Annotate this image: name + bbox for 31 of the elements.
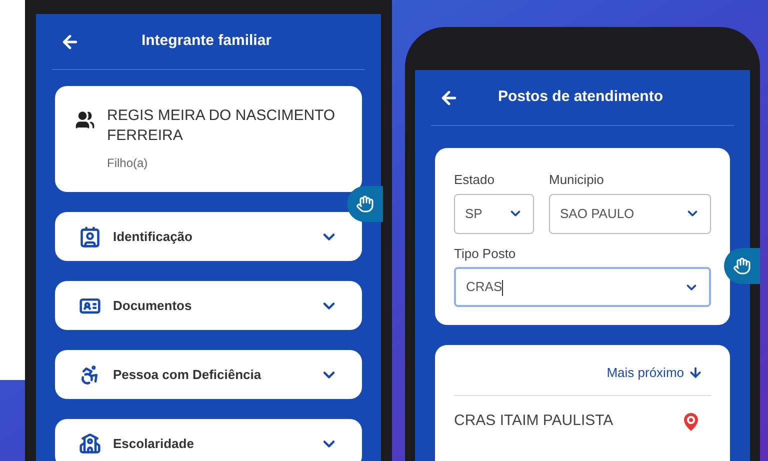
hand-icon — [733, 257, 751, 275]
accordion-section[interactable]: Identificação — [55, 212, 362, 261]
section-label: Pessoa com Deficiência — [113, 366, 262, 384]
screen-title: Postos de atendimento — [498, 87, 664, 108]
select-value: CRAS — [466, 278, 504, 297]
accordion-section[interactable]: Pessoa com Deficiência — [55, 350, 362, 399]
section-label: Escolaridade — [113, 434, 195, 453]
id-badge-icon — [79, 226, 101, 248]
select-field[interactable]: SP — [454, 194, 534, 234]
result-name[interactable]: CRAS ITAIM PAULISTA — [454, 410, 679, 433]
member-relation: Filho(a) — [107, 155, 149, 172]
field-label: Estado — [454, 171, 496, 189]
select-field[interactable]: SAO PAULO — [549, 194, 711, 234]
field-label: Tipo Posto — [454, 244, 517, 263]
member-name: REGIS MEIRA DO NASCIMENTO FERREIRA — [107, 106, 336, 146]
field-label: Municipio — [549, 171, 605, 189]
accordion-section[interactable]: Escolaridade — [55, 419, 362, 461]
section-label: Documentos — [113, 296, 193, 315]
hand-icon — [356, 195, 374, 213]
select-field[interactable]: CRAS — [454, 267, 711, 307]
people-icon — [75, 110, 95, 130]
select-value: SP — [465, 204, 484, 223]
select-value: SAO PAULO — [560, 204, 636, 223]
school-icon — [79, 432, 101, 454]
section-label: Identificação — [113, 228, 194, 246]
sign-language-button[interactable] — [347, 186, 383, 222]
screen-title: Integrante familiar — [141, 31, 272, 52]
arrow-down-icon — [688, 365, 703, 380]
sort-link[interactable]: Mais próximo — [606, 363, 684, 382]
accordion-section[interactable]: Documentos — [55, 281, 362, 330]
sign-language-button[interactable] — [724, 248, 760, 284]
